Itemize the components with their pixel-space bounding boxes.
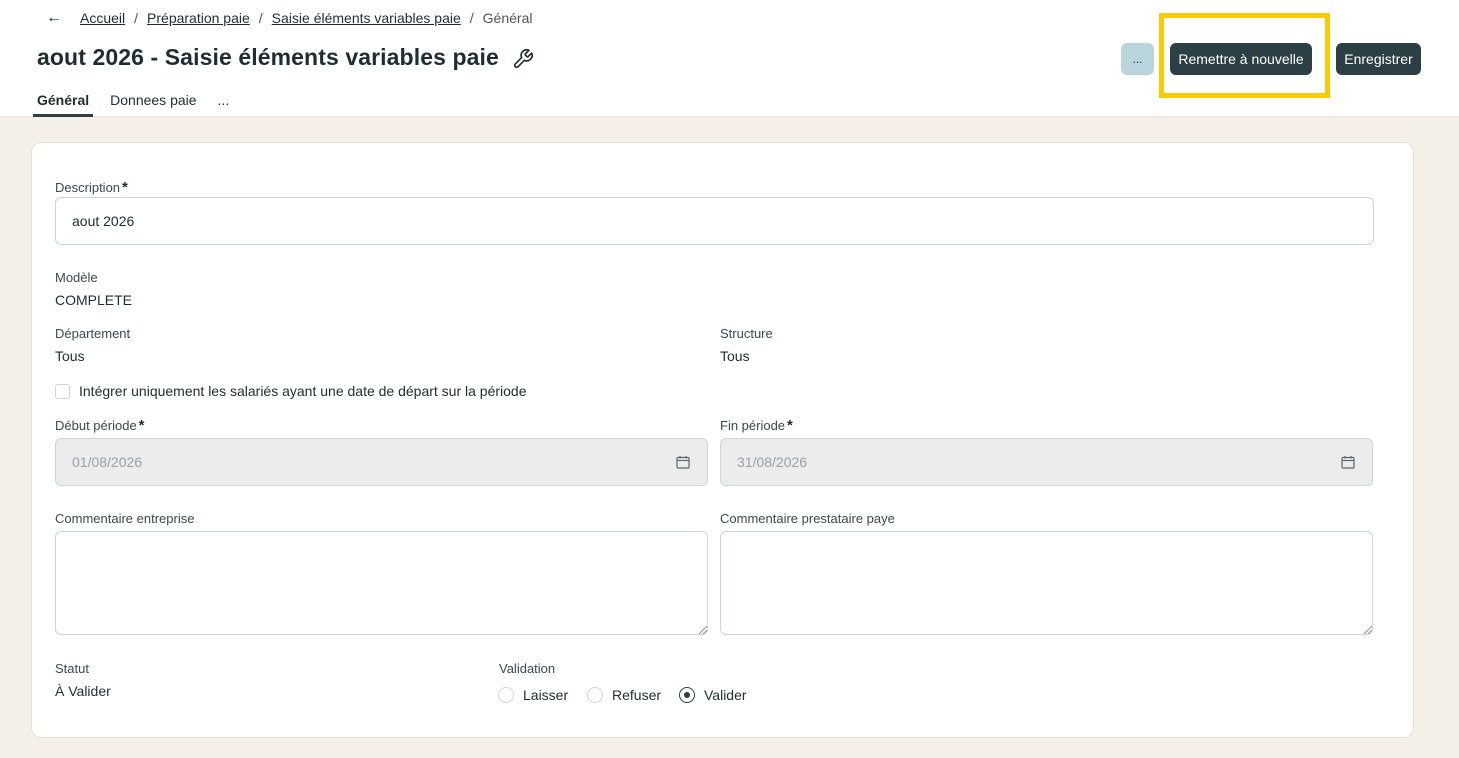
commentaire-prestataire-textarea[interactable] xyxy=(720,531,1373,635)
calendar-icon[interactable] xyxy=(1341,455,1355,469)
calendar-icon[interactable] xyxy=(676,455,690,469)
wrench-icon[interactable] xyxy=(512,48,534,70)
page-header: ← Accueil / Préparation paie / Saisie él… xyxy=(0,0,1459,117)
fin-periode-label-text: Fin période xyxy=(720,418,786,433)
reset-to-new-button[interactable]: Remettre à nouvelle xyxy=(1170,43,1312,75)
departement-value: Tous xyxy=(55,348,85,364)
breadcrumb-link-accueil[interactable]: Accueil xyxy=(80,10,125,26)
fin-periode-label: Fin période * xyxy=(720,417,793,434)
description-label-text: Description xyxy=(55,180,121,195)
page-title: aout 2026 - Saisie éléments variables pa… xyxy=(37,44,499,70)
statut-value: À Valider xyxy=(55,683,111,699)
commentaire-prestataire-label: Commentaire prestataire paye xyxy=(720,511,895,526)
breadcrumb: ← Accueil / Préparation paie / Saisie él… xyxy=(46,9,532,27)
breadcrumb-current: Général xyxy=(482,10,533,26)
structure-label: Structure xyxy=(720,326,773,341)
fin-periode-input[interactable]: 31/08/2026 xyxy=(720,438,1373,486)
fin-periode-value: 31/08/2026 xyxy=(737,454,808,470)
more-actions-button[interactable]: ... xyxy=(1121,43,1154,75)
validation-option-laisser: Laisser xyxy=(523,687,569,703)
validation-option-refuser: Refuser xyxy=(612,687,662,703)
departement-label: Département xyxy=(55,326,131,341)
commentaire-entreprise-textarea[interactable] xyxy=(55,531,708,635)
description-input[interactable]: aout 2026 xyxy=(55,197,1374,245)
breadcrumb-separator: / xyxy=(134,10,139,26)
debut-periode-label-text: Début période xyxy=(55,418,137,433)
description-label: Description * xyxy=(55,179,128,196)
debut-periode-input[interactable]: 01/08/2026 xyxy=(55,438,708,486)
debut-periode-value: 01/08/2026 xyxy=(72,454,143,470)
debut-periode-label: Début période * xyxy=(55,417,145,434)
validation-radio-laisser[interactable] xyxy=(498,687,514,703)
breadcrumb-link-preparation-paie[interactable]: Préparation paie xyxy=(147,10,250,26)
required-mark: * xyxy=(138,417,145,434)
save-button[interactable]: Enregistrer xyxy=(1336,43,1421,75)
resize-handle-icon[interactable] xyxy=(1364,626,1372,634)
tab-donnees-paie[interactable]: Donnees paie xyxy=(106,90,200,117)
tab-more[interactable]: ... xyxy=(214,90,234,117)
validation-radio-refuser[interactable] xyxy=(587,687,603,703)
depart-checkbox[interactable] xyxy=(55,384,70,399)
tab-bar: Général Donnees paie ... xyxy=(33,90,246,117)
form-card: Description * aout 2026 Modèle COMPLETE D… xyxy=(31,142,1414,738)
arrow-left-icon[interactable]: ← xyxy=(46,9,62,27)
structure-value: Tous xyxy=(720,348,750,364)
modele-label: Modèle xyxy=(55,270,98,285)
required-mark: * xyxy=(787,417,793,434)
resize-handle-icon[interactable] xyxy=(699,626,707,634)
commentaire-entreprise-label: Commentaire entreprise xyxy=(55,511,195,526)
required-mark: * xyxy=(122,179,128,196)
breadcrumb-link-saisie-elements[interactable]: Saisie éléments variables paie xyxy=(272,10,461,26)
validation-label: Validation xyxy=(499,661,556,676)
breadcrumb-separator: / xyxy=(258,10,263,26)
depart-checkbox-label: Intégrer uniquement les salariés ayant u… xyxy=(79,383,527,399)
tab-general[interactable]: Général xyxy=(33,90,94,117)
modele-value: COMPLETE xyxy=(55,292,133,308)
validation-option-valider: Valider xyxy=(704,687,747,703)
validation-radio-valider[interactable] xyxy=(679,687,695,703)
statut-label: Statut xyxy=(55,661,89,676)
breadcrumb-separator: / xyxy=(469,10,474,26)
